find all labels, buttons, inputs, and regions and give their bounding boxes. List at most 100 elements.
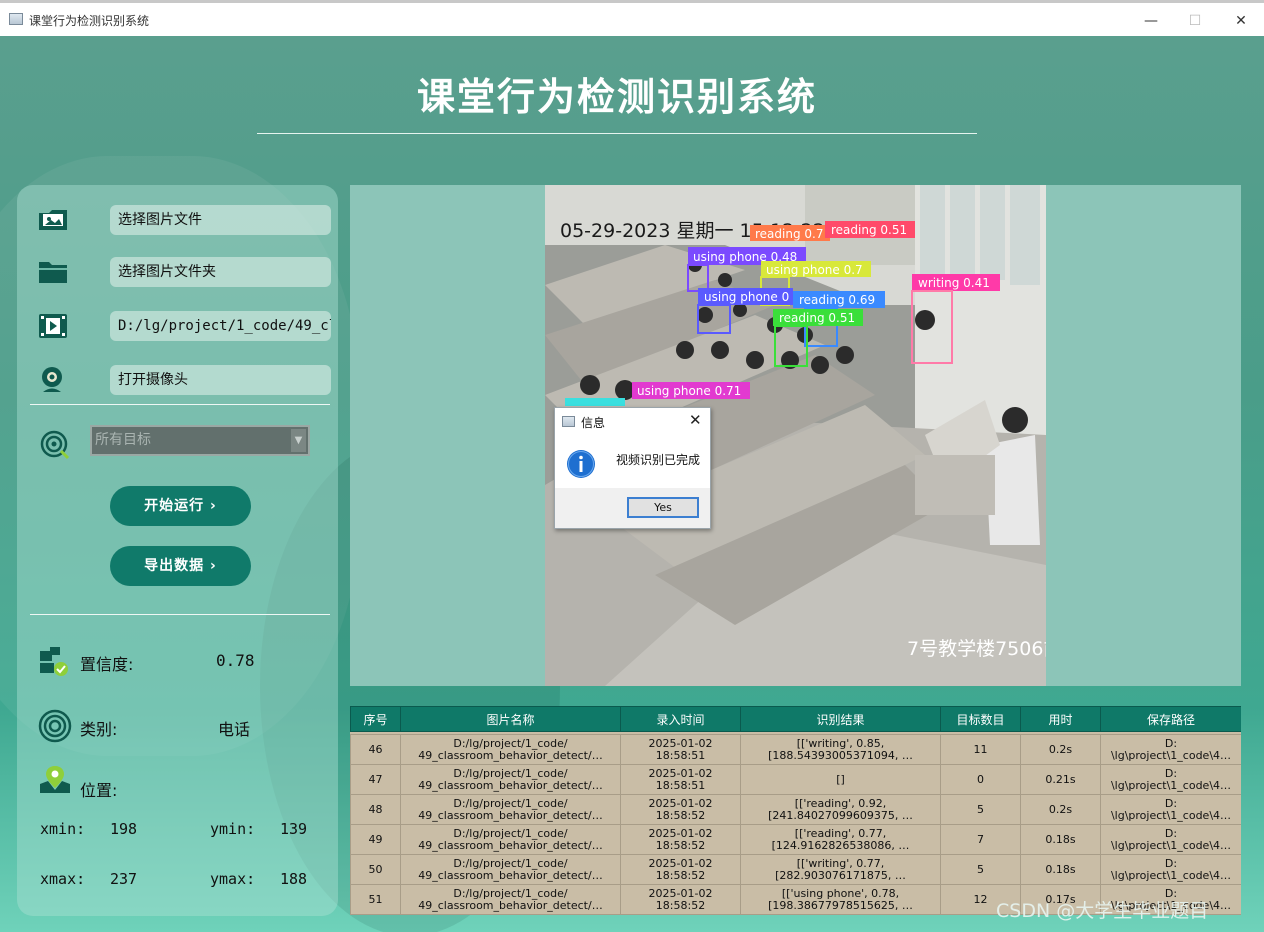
row-index-cell-line: 49 xyxy=(368,832,383,846)
image-name-cell-line: 49_classroom_behavior_detect/… xyxy=(418,808,603,822)
target-count-cell: 5 xyxy=(940,854,1021,885)
window-title: 课堂行为检测识别系统 xyxy=(29,14,150,28)
image-name-cell-line: D:/lg/project/1_code/ xyxy=(453,826,568,840)
ymin-label: ymin: xyxy=(210,820,256,838)
result-cell: [['writing', 0.85, [188.54393005371094, … xyxy=(740,734,941,765)
table-row[interactable]: 48 D:/lg/project/1_code/49_classroom_beha… xyxy=(350,794,1241,825)
row-index-cell: 47 xyxy=(350,764,401,795)
column-header[interactable]: 识别结果 xyxy=(740,706,941,732)
column-header[interactable]: 图片名称 xyxy=(400,706,621,732)
image-name-cell: D:/lg/project/1_code/49_classroom_behavi… xyxy=(400,734,621,765)
target-count-cell: 11 xyxy=(940,734,1021,765)
open-camera-button[interactable]: 打开摄像头 xyxy=(110,365,331,395)
save-path-cell-line: D: xyxy=(1164,856,1178,870)
confidence-value: 0.78 xyxy=(216,651,255,670)
entry-time-cell-line: 18:58:51 xyxy=(655,778,706,792)
duration-cell-line: 0.21s xyxy=(1045,772,1076,786)
folder-icon xyxy=(39,262,67,283)
start-run-button[interactable]: 开始运行 › xyxy=(110,486,251,526)
row-index-cell: 49 xyxy=(350,824,401,855)
row-index-cell-line: 48 xyxy=(368,802,383,816)
close-button[interactable]: ✕ xyxy=(1224,9,1258,33)
save-path-cell-line: \lg\project\1_code\4… xyxy=(1110,808,1232,822)
duration-cell-line: 0.18s xyxy=(1045,862,1076,876)
ymax-value: 188 xyxy=(280,870,308,888)
column-header[interactable]: 保存路径 xyxy=(1100,706,1241,732)
save-path-cell-line: \lg\project\1_code\4… xyxy=(1110,748,1232,762)
export-data-button[interactable]: 导出数据 › xyxy=(110,546,251,586)
save-path-cell-line: \lg\project\1_code\4… xyxy=(1110,868,1232,882)
window-titlebar: 课堂行为检测识别系统 — ☐ ✕ xyxy=(0,0,1264,36)
result-cell-line: [['writing', 0.85, xyxy=(796,736,885,750)
detection-label: using phone 0 xyxy=(704,290,789,304)
duration-cell: 0.2s xyxy=(1020,794,1101,825)
maximize-button[interactable]: ☐ xyxy=(1178,9,1212,33)
result-cell-line: [['reading', 0.92, xyxy=(794,796,887,810)
section-divider xyxy=(30,404,330,405)
image-name-cell: D:/lg/project/1_code/49_classroom_behavi… xyxy=(400,854,621,885)
app-icon xyxy=(9,13,23,25)
select-folder-button[interactable]: 选择图片文件夹 xyxy=(110,257,331,287)
image-name-cell-line: D:/lg/project/1_code/ xyxy=(453,856,568,870)
select-video-button[interactable]: D:/lg/project/1_code/49_cla xyxy=(110,311,331,341)
target-count-cell-line: 0 xyxy=(977,772,984,786)
column-header[interactable]: 序号 xyxy=(350,706,401,732)
save-path-cell-line: \lg\project\1_code\4… xyxy=(1110,778,1232,792)
detection-box: reading 0.7 xyxy=(750,225,830,241)
save-path-cell-line: D: xyxy=(1164,766,1178,780)
row-index-cell-line: 51 xyxy=(368,892,383,906)
target-count-cell: 7 xyxy=(940,824,1021,855)
select-image-button[interactable]: 选择图片文件 xyxy=(110,205,331,235)
chevron-down-icon[interactable]: ▼ xyxy=(291,429,306,452)
table-row[interactable]: 49 D:/lg/project/1_code/49_classroom_beha… xyxy=(350,824,1241,855)
confidence-label: 置信度: xyxy=(80,655,134,674)
detection-label: reading 0.69 xyxy=(799,293,875,307)
minimize-button[interactable]: — xyxy=(1134,9,1168,33)
category-icon xyxy=(38,709,72,743)
duration-cell-line: 0.2s xyxy=(1048,742,1073,756)
target-select[interactable]: 所有目标 ▼ xyxy=(90,425,310,456)
duration-cell: 0.21s xyxy=(1020,764,1101,795)
save-path-cell: D: \lg\project\1_code\4… xyxy=(1100,794,1241,825)
info-icon xyxy=(567,450,595,478)
entry-time-cell-line: 18:58:52 xyxy=(655,838,706,852)
result-cell-line: [241.84027099609375, … xyxy=(768,808,913,822)
image-name-cell: D:/lg/project/1_code/49_classroom_behavi… xyxy=(400,764,621,795)
dialog-app-icon xyxy=(562,416,575,427)
category-value: 电话 xyxy=(218,720,251,739)
dialog-close-button[interactable]: ✕ xyxy=(689,411,702,429)
table-row[interactable]: 50 D:/lg/project/1_code/49_classroom_beha… xyxy=(350,854,1241,885)
result-cell-line: [124.9162826538086, … xyxy=(771,838,910,852)
result-cell: [['writing', 0.77, [282.903076171875, … xyxy=(740,854,941,885)
video-icon xyxy=(39,314,67,338)
camera-icon xyxy=(42,367,62,392)
table-row[interactable]: 47 D:/lg/project/1_code/49_classroom_beha… xyxy=(350,764,1241,795)
result-cell: [['reading', 0.92, [241.84027099609375, … xyxy=(740,794,941,825)
image-name-cell: D:/lg/project/1_code/49_classroom_behavi… xyxy=(400,884,621,915)
select-folder-row: 选择图片文件夹 xyxy=(37,257,331,287)
xmin-label: xmin: xyxy=(40,820,86,838)
column-header[interactable]: 用时 xyxy=(1020,706,1101,732)
image-name-cell-line: 49_classroom_behavior_detect/… xyxy=(418,748,603,762)
watermark: CSDN @大学生毕业题目 xyxy=(996,900,1209,922)
save-path-cell-line: \lg\project\1_code\4… xyxy=(1110,838,1232,852)
image-name-cell-line: D:/lg/project/1_code/ xyxy=(453,736,568,750)
xmax-label: xmax: xyxy=(40,870,86,888)
detection-label: reading 0.7 xyxy=(755,227,823,241)
column-header[interactable]: 目标数目 xyxy=(940,706,1021,732)
result-cell-line: [188.54393005371094, … xyxy=(768,748,913,762)
dialog-title: 信息 xyxy=(581,416,606,430)
column-header[interactable]: 录入时间 xyxy=(620,706,741,732)
entry-time-cell-line: 18:58:51 xyxy=(655,748,706,762)
select-image-row: 选择图片文件 xyxy=(37,205,331,235)
result-cell-line: [282.903076171875, … xyxy=(775,868,906,882)
target-select-value: 所有目标 xyxy=(95,432,151,448)
duration-cell: 0.18s xyxy=(1020,824,1101,855)
result-cell: [] xyxy=(740,764,941,795)
result-cell-line: [] xyxy=(836,772,845,786)
row-index-cell-line: 46 xyxy=(368,742,383,756)
table-row[interactable]: 46 D:/lg/project/1_code/49_classroom_beha… xyxy=(350,734,1241,765)
dialog-yes-button[interactable]: Yes xyxy=(627,497,699,518)
detection-label: using phone 0.71 xyxy=(637,384,741,398)
dialog-message: 视频识别已完成 xyxy=(616,453,701,467)
